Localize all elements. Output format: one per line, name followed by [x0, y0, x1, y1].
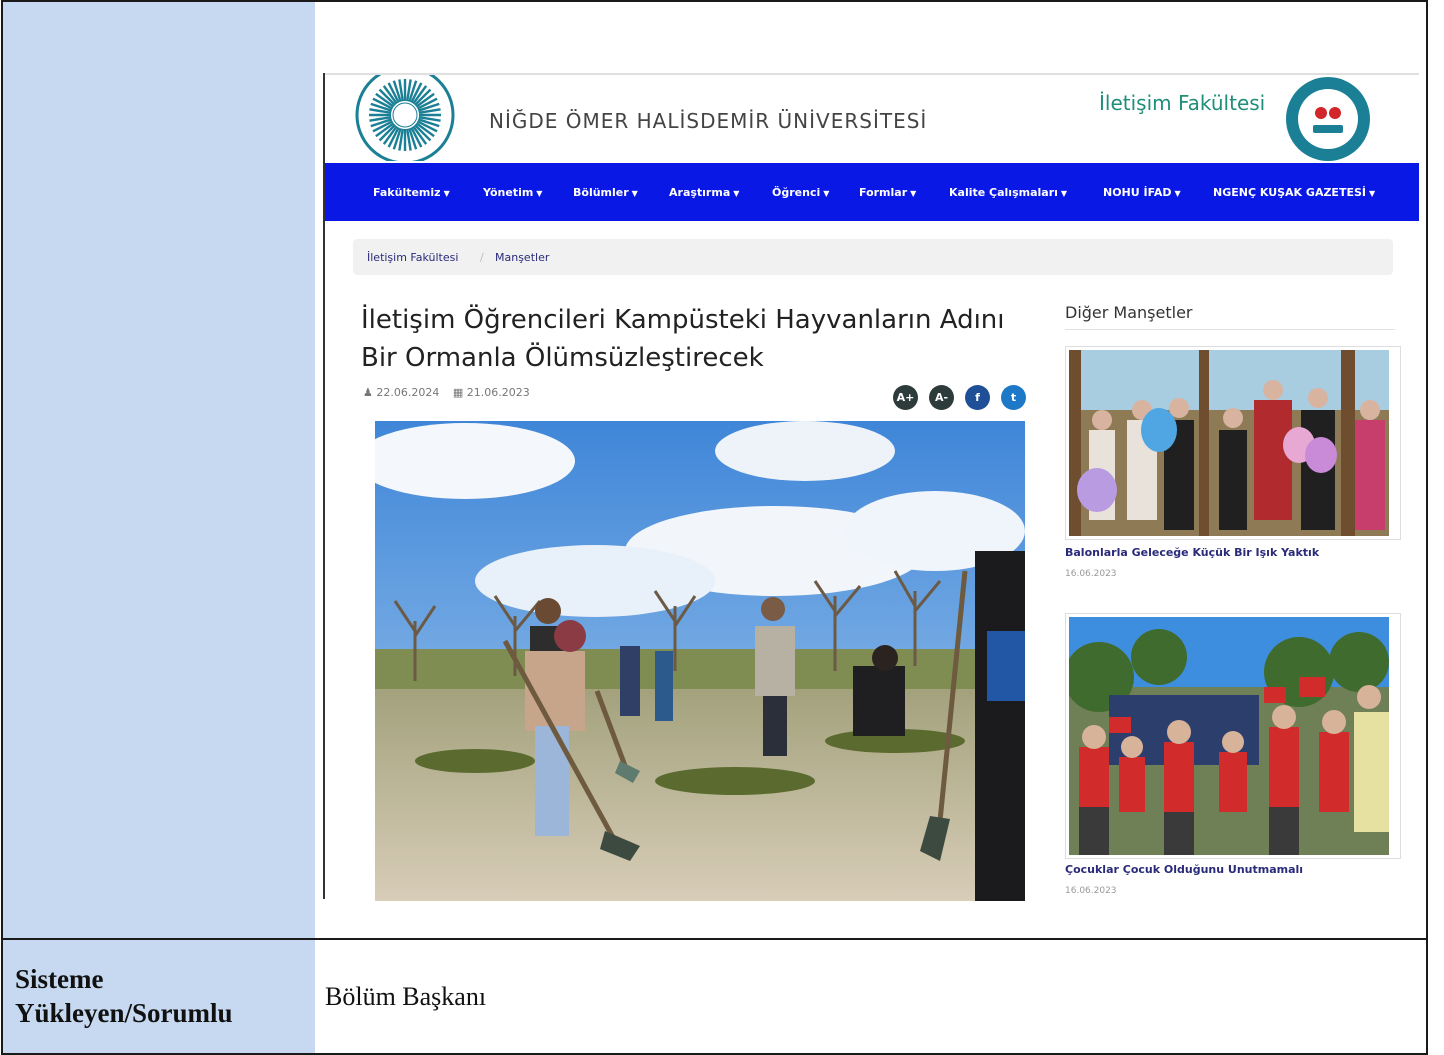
nav-label: Bölümler — [573, 186, 629, 199]
faculty-logo-icon[interactable] — [1283, 75, 1373, 163]
nav-item-arastirma[interactable]: Araştırma ▼ — [669, 186, 739, 199]
caret-down-icon: ▼ — [910, 189, 917, 198]
article-main-photo[interactable] — [375, 421, 1025, 901]
nav-label: Fakültemiz — [373, 186, 441, 199]
main-navbar: Fakültemiz ▼ Yönetim ▼ Bölümler ▼ Araştırma… — [325, 163, 1419, 221]
font-increase-button[interactable]: A+ — [893, 385, 918, 410]
twitter-share-button[interactable]: t — [1001, 385, 1026, 410]
nav-item-ngenc-kusak[interactable]: NGENÇ KUŞAK GAZETESİ ▼ — [1213, 186, 1375, 199]
breadcrumb: İletişim Fakültesi / Manşetler — [353, 239, 1393, 275]
screenshot-top-border — [323, 73, 1419, 75]
caret-down-icon: ▼ — [443, 189, 450, 198]
sidebar-item-title[interactable]: Çocuklar Çocuk Olduğunu Unutmamalı — [1065, 863, 1303, 876]
sidebar-photo-balloons[interactable] — [1065, 346, 1401, 540]
calendar-icon: ▦ — [452, 386, 464, 399]
caret-down-icon: ▼ — [1368, 189, 1376, 198]
university-name[interactable]: NİĞDE ÖMER HALİSDEMİR ÜNİVERSİTESİ — [489, 109, 927, 133]
author-date: 22.06.2024 — [376, 386, 440, 399]
nav-item-kalite[interactable]: Kalite Çalışmaları ▼ — [949, 186, 1067, 199]
sidebar-item-title[interactable]: Balonlarla Geleceğe Küçük Bir Işık Yaktı… — [1065, 546, 1319, 559]
user-icon: ♟ — [363, 386, 373, 399]
sidebar-heading: Diğer Manşetler — [1065, 303, 1193, 322]
caret-down-icon: ▼ — [1174, 189, 1181, 198]
balloons-photo — [1069, 350, 1389, 536]
sidebar-item-date: 16.06.2023 — [1065, 886, 1117, 896]
uploader-label: Sisteme Yükleyen/Sorumlu — [15, 964, 233, 1028]
table-cell-value: Bölüm Başkanı — [315, 938, 1428, 1055]
nav-item-formlar[interactable]: Formlar ▼ — [859, 186, 916, 199]
nav-label: Araştırma — [669, 186, 731, 199]
nav-item-ogrenci[interactable]: Öğrenci ▼ — [772, 186, 829, 199]
article-meta: ♟ 22.06.2024 ▦ 21.06.2023 — [363, 386, 530, 399]
caret-down-icon: ▼ — [1060, 189, 1068, 198]
breadcrumb-current[interactable]: Manşetler — [495, 251, 549, 264]
nav-item-bolumler[interactable]: Bölümler ▼ — [573, 186, 638, 199]
nav-label: NOHU İFAD — [1103, 186, 1172, 199]
nav-label: Formlar — [859, 186, 908, 199]
children-photo — [1069, 617, 1389, 855]
nav-label: Yönetim — [483, 186, 534, 199]
table-cell-label: Sisteme Yükleyen/Sorumlu — [1, 938, 317, 1055]
nav-item-fakultemiz[interactable]: Fakültemiz ▼ — [373, 186, 450, 199]
nav-label: NGENÇ KUŞAK GAZETESİ — [1213, 186, 1366, 199]
article-title: İletişim Öğrencileri Kampüsteki Hayvanla… — [361, 305, 1005, 373]
breadcrumb-home-link[interactable]: İletişim Fakültesi — [367, 251, 458, 264]
caret-down-icon: ▼ — [536, 189, 543, 198]
nav-label: Öğrenci — [772, 186, 821, 199]
sidebar-divider — [1065, 329, 1395, 330]
nav-label: Kalite Çalışmaları — [949, 186, 1058, 199]
caret-down-icon: ▼ — [733, 189, 740, 198]
facebook-share-button[interactable]: f — [965, 385, 990, 410]
sidebar-photo-children[interactable] — [1065, 613, 1401, 859]
university-logo-icon[interactable] — [351, 75, 459, 161]
nav-item-nohu-ifad[interactable]: NOHU İFAD ▼ — [1103, 186, 1181, 199]
nav-item-yonetim[interactable]: Yönetim ▼ — [483, 186, 542, 199]
caret-down-icon: ▼ — [631, 189, 638, 198]
breadcrumb-separator: / — [480, 251, 484, 264]
faculty-name[interactable]: İletişim Fakültesi — [1099, 91, 1265, 115]
sidebar-item-date: 16.06.2023 — [1065, 569, 1117, 579]
website-screenshot: NİĞDE ÖMER HALİSDEMİR ÜNİVERSİTESİ İleti… — [323, 73, 1419, 903]
caret-down-icon: ▼ — [823, 189, 830, 198]
font-decrease-button[interactable]: A- — [929, 385, 954, 410]
publish-date: 21.06.2023 — [466, 386, 530, 399]
uploader-value: Bölüm Başkanı — [325, 982, 487, 1011]
table-cell-left-top — [1, 0, 317, 940]
